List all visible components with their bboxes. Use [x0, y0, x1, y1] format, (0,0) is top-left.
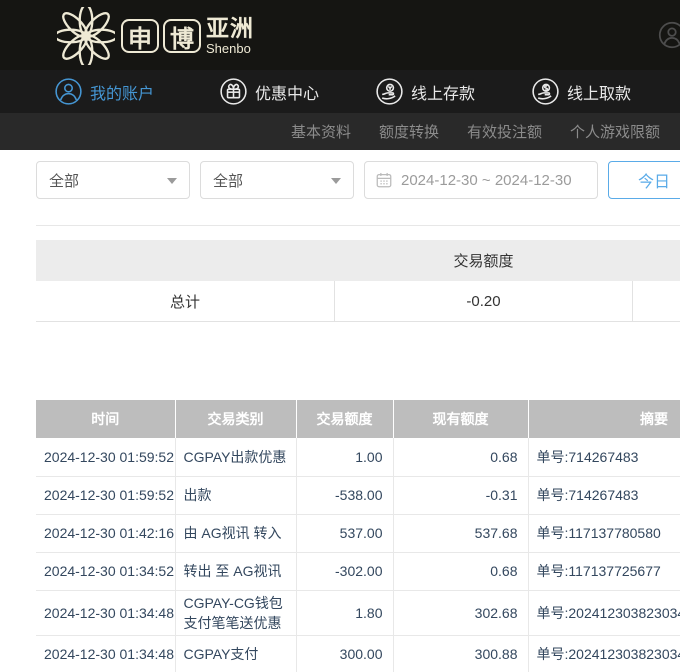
table-row: 2024-12-30 01:34:48 CGPAY支付 300.00 300.8… [36, 635, 680, 672]
cell-time: 2024-12-30 01:34:48 [36, 635, 175, 672]
cell-summary: 单号:714267483 [528, 438, 680, 476]
cell-type: 出款 [175, 476, 296, 514]
flower-logo-icon [57, 7, 115, 65]
cell-time: 2024-12-30 01:34:48 [36, 590, 175, 635]
cell-amount: -538.00 [296, 476, 393, 514]
gift-icon [220, 78, 247, 105]
date-range-value: 2024-12-30 ~ 2024-12-30 [401, 172, 572, 189]
cell-time: 2024-12-30 01:34:52 [36, 552, 175, 590]
cell-type: 转出 至 AG视讯 [175, 552, 296, 590]
logo-latin-text: Shenbo [206, 42, 254, 55]
brand-logo[interactable]: 申 博 亚洲 Shenbo [57, 7, 254, 65]
date-range-input[interactable]: 2024-12-30 ~ 2024-12-30 [364, 161, 598, 199]
summary-header-amount: 交易额度 [334, 250, 633, 271]
user-icon [55, 78, 82, 105]
cell-type: CGPAY出款优惠 [175, 438, 296, 476]
account-records-page: 申 博 亚洲 Shenbo 我的账户 [0, 0, 680, 672]
cell-balance: -0.31 [393, 476, 528, 514]
deposit-icon [376, 78, 403, 105]
nav-promotions[interactable]: 优惠中心 [220, 78, 319, 105]
col-balance: 现有额度 [393, 400, 528, 438]
cell-type: 由 AG视讯 转入 [175, 514, 296, 552]
nav-my-account[interactable]: 我的账户 [55, 78, 154, 105]
table-row: 2024-12-30 01:59:52 CGPAY出款优惠 1.00 0.68 … [36, 438, 680, 476]
summary-total-value: -0.20 [334, 281, 633, 322]
table-row: 2024-12-30 01:59:52 出款 -538.00 -0.31 单号:… [36, 476, 680, 514]
filter-select-1-value: 全部 [49, 170, 79, 191]
subnav-basic-info[interactable]: 基本资料 [291, 121, 351, 142]
cell-balance: 0.68 [393, 552, 528, 590]
main-navigation: 我的账户 优惠中心 线上存款 [0, 70, 680, 113]
cell-amount: 537.00 [296, 514, 393, 552]
summary-total-label: 总计 [36, 291, 334, 312]
cell-amount: 300.00 [296, 635, 393, 672]
cell-type: CGPAY支付 [175, 635, 296, 672]
col-type: 交易类别 [175, 400, 296, 438]
cell-balance: 302.68 [393, 590, 528, 635]
logo-wordmark: 亚洲 Shenbo [206, 17, 254, 55]
cell-amount: 1.80 [296, 590, 393, 635]
nav-label: 线上取款 [567, 80, 631, 104]
account-sub-navigation: 基本资料 额度转换 有效投注额 个人游戏限额 [0, 113, 680, 150]
filter-select-2-value: 全部 [213, 170, 243, 191]
nav-online-withdrawal[interactable]: 线上取款 [532, 78, 631, 105]
cell-amount: 1.00 [296, 438, 393, 476]
nav-label: 线上存款 [411, 80, 475, 104]
cell-summary: 单号:117137725677 [528, 552, 680, 590]
cell-balance: 0.68 [393, 438, 528, 476]
filter-select-1[interactable]: 全部 [36, 161, 190, 199]
cell-time: 2024-12-30 01:59:52 [36, 476, 175, 514]
cell-amount: -302.00 [296, 552, 393, 590]
account-avatar-icon[interactable] [658, 21, 680, 49]
filter-select-2[interactable]: 全部 [200, 161, 354, 199]
cell-time: 2024-12-30 01:42:16 [36, 514, 175, 552]
subnav-personal-game-limits[interactable]: 个人游戏限额 [570, 121, 660, 142]
col-time: 时间 [36, 400, 175, 438]
summary-table: 交易额度 总计 -0.20 [36, 240, 680, 322]
table-row: 2024-12-30 01:34:48 CGPAY-CG钱包支付笔笔送优惠 1.… [36, 590, 680, 635]
cell-balance: 537.68 [393, 514, 528, 552]
subnav-balance-transfer[interactable]: 额度转换 [379, 121, 439, 142]
logo-box-shen: 申 [121, 19, 159, 53]
filter-bar: 全部 全部 2024-12-30 ~ 2024-12-30 今日 [0, 161, 680, 199]
logo-character-boxes: 申 博 [121, 19, 201, 53]
col-summary: 摘要 [528, 400, 680, 438]
cell-summary: 单号:714267483 [528, 476, 680, 514]
cell-balance: 300.88 [393, 635, 528, 672]
today-button[interactable]: 今日 [608, 161, 680, 199]
withdraw-icon [532, 78, 559, 105]
logo-box-bo: 博 [163, 19, 201, 53]
nav-label: 我的账户 [90, 80, 154, 104]
summary-total-row: 总计 -0.20 [36, 281, 680, 322]
chevron-down-icon [167, 178, 177, 184]
logo-region-text: 亚洲 [206, 17, 254, 40]
nav-label: 优惠中心 [255, 80, 319, 104]
table-row: 2024-12-30 01:42:16 由 AG视讯 转入 537.00 537… [36, 514, 680, 552]
top-bar: 申 博 亚洲 Shenbo [0, 0, 680, 70]
summary-header-row: 交易额度 [36, 240, 680, 281]
subnav-valid-bets[interactable]: 有效投注额 [467, 121, 542, 142]
cell-time: 2024-12-30 01:59:52 [36, 438, 175, 476]
cell-summary: 单号:2024123038230345 [528, 590, 680, 635]
filter-divider [36, 225, 680, 226]
transactions-table: 时间 交易类别 交易额度 现有额度 摘要 2024-12-30 01:59:52… [36, 400, 680, 672]
table-row: 2024-12-30 01:34:52 转出 至 AG视讯 -302.00 0.… [36, 552, 680, 590]
table-header-row: 时间 交易类别 交易额度 现有额度 摘要 [36, 400, 680, 438]
calendar-icon [375, 171, 393, 189]
cell-summary: 单号:2024123038230345 [528, 635, 680, 672]
chevron-down-icon [331, 178, 341, 184]
nav-online-deposit[interactable]: 线上存款 [376, 78, 475, 105]
col-amount: 交易额度 [296, 400, 393, 438]
cell-type: CGPAY-CG钱包支付笔笔送优惠 [175, 590, 296, 635]
cell-summary: 单号:117137780580 [528, 514, 680, 552]
